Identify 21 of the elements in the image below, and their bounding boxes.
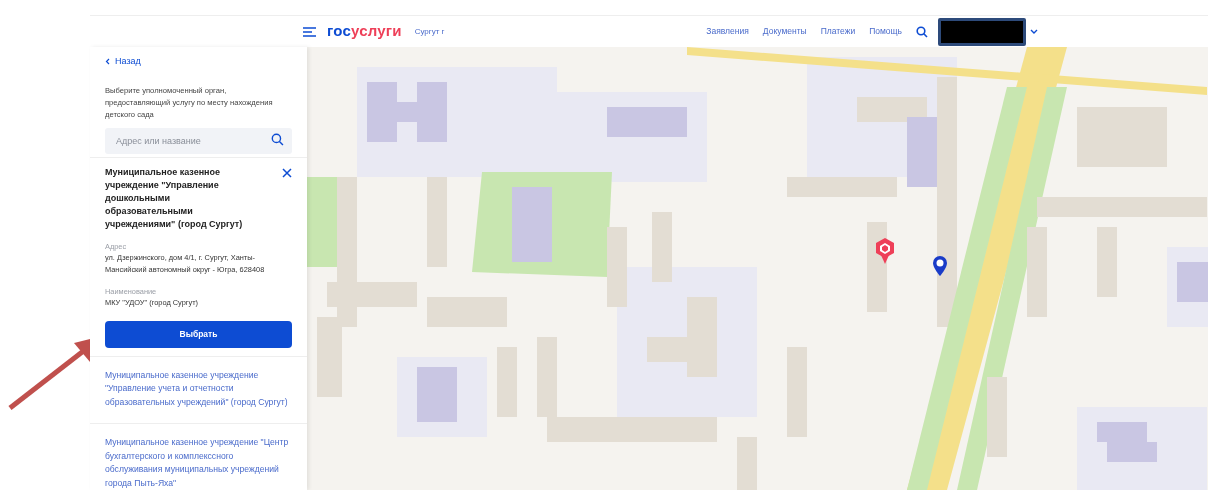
city-link[interactable]: Сургут г: [414, 25, 445, 38]
search-field[interactable]: Адрес или название: [105, 127, 292, 154]
nav-link[interactable]: Заявления: [706, 25, 749, 38]
nav-link[interactable]: Документы: [762, 25, 807, 38]
back-link[interactable]: Назад: [115, 55, 141, 69]
select-button[interactable]: Выбрать: [105, 320, 292, 348]
nav-link[interactable]: Платежи: [820, 25, 856, 38]
search-icon[interactable]: [916, 25, 928, 38]
location-pin-icon[interactable]: [932, 255, 948, 277]
nav-link[interactable]: Помощь: [869, 25, 902, 38]
chevron-left-icon[interactable]: [105, 58, 110, 66]
office-link[interactable]: Муниципальное казенное учреждение "Управление учета и отчетности образовательных учреждений" (город Сургут): [105, 368, 292, 409]
redacted-account-block[interactable]: [938, 17, 1026, 46]
map-marker-icon[interactable]: [875, 237, 895, 265]
chevron-down-icon[interactable]: [1030, 28, 1038, 35]
office-title: Муниципальное казенное учреждение "Управление дошкольными образовательными учреждениями" (город Сургут): [105, 165, 244, 231]
search-icon[interactable]: [271, 132, 284, 146]
close-icon[interactable]: [282, 167, 292, 178]
office-link[interactable]: Муниципальное казенное учреждение "Центр бухгалтерского и комплекссного обслуживания муниципальных учреждений города Пыть-Яха": [105, 436, 292, 490]
menu-icon[interactable]: [303, 26, 316, 37]
logo[interactable]: госуслуги: [327, 20, 402, 43]
